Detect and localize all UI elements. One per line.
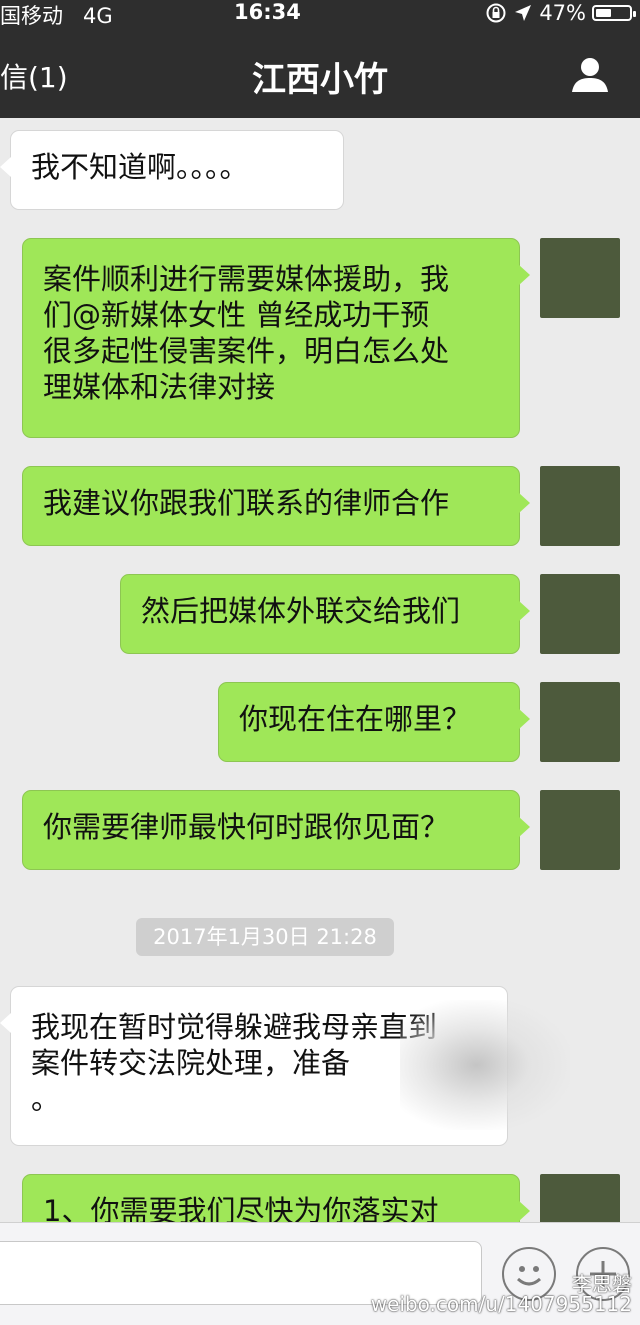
status-icons: 47%	[485, 1, 636, 25]
redaction-blur	[400, 1000, 570, 1130]
chat-title: 江西小竹	[252, 60, 388, 100]
sent-message[interactable]: 我建议你跟我们联系的律师合作	[22, 466, 530, 546]
clock: 16:34	[234, 0, 301, 24]
location-arrow-icon	[515, 5, 532, 21]
timestamp: 2017年1月30日 21:28	[136, 918, 394, 956]
message-text: 你现在住在哪里？	[239, 702, 472, 736]
message-line: 理媒体和法律对接	[43, 370, 276, 404]
watermark-url: weibo.com/u/1407955112	[370, 1292, 632, 1316]
message-text: 我不知道啊。。。。	[31, 150, 249, 184]
status-bar: 国移动 4G 16:34 47%	[0, 0, 640, 28]
battery-percent: 47%	[539, 1, 586, 25]
message-line: 案件顺利进行需要媒体援助，我	[43, 262, 450, 296]
carrier-name: 国移动	[0, 4, 63, 28]
message-line: 们@新媒体女性 曾经成功干预	[43, 298, 430, 332]
avatar[interactable]	[540, 574, 620, 654]
sent-message[interactable]: 你现在住在哪里？	[218, 682, 530, 762]
message-text: 我建议你跟我们联系的律师合作	[43, 486, 450, 520]
message-text: 案件顺利进行需要媒体援助，我 们@新媒体女性 曾经成功干预 很多起性侵害案件，明…	[23, 239, 519, 405]
avatar[interactable]	[540, 682, 620, 762]
sent-message[interactable]: 你需要律师最快何时跟你见面？	[22, 790, 530, 870]
battery-icon	[592, 5, 636, 21]
message-text: 1、你需要我们尽快为你落实对	[43, 1194, 439, 1228]
avatar[interactable]	[540, 790, 620, 870]
person-icon[interactable]	[570, 54, 610, 94]
message-text: 然后把媒体外联交给我们	[141, 594, 461, 628]
rotation-lock-icon	[486, 3, 506, 23]
avatar[interactable]	[540, 238, 620, 318]
chat-header: 信(1) 江西小竹	[0, 26, 640, 118]
message-line: 很多起性侵害案件，明白怎么处	[43, 334, 450, 368]
message-text: 你需要律师最快何时跟你见面？	[43, 810, 450, 844]
sent-message[interactable]: 然后把媒体外联交给我们	[120, 574, 530, 654]
received-message[interactable]: 我不知道啊。。。。	[0, 130, 344, 210]
sent-message[interactable]: 案件顺利进行需要媒体援助，我 们@新媒体女性 曾经成功干预 很多起性侵害案件，明…	[22, 238, 530, 438]
network-type: 4G	[83, 4, 113, 28]
battery-level	[596, 9, 612, 17]
avatar[interactable]	[540, 466, 620, 546]
